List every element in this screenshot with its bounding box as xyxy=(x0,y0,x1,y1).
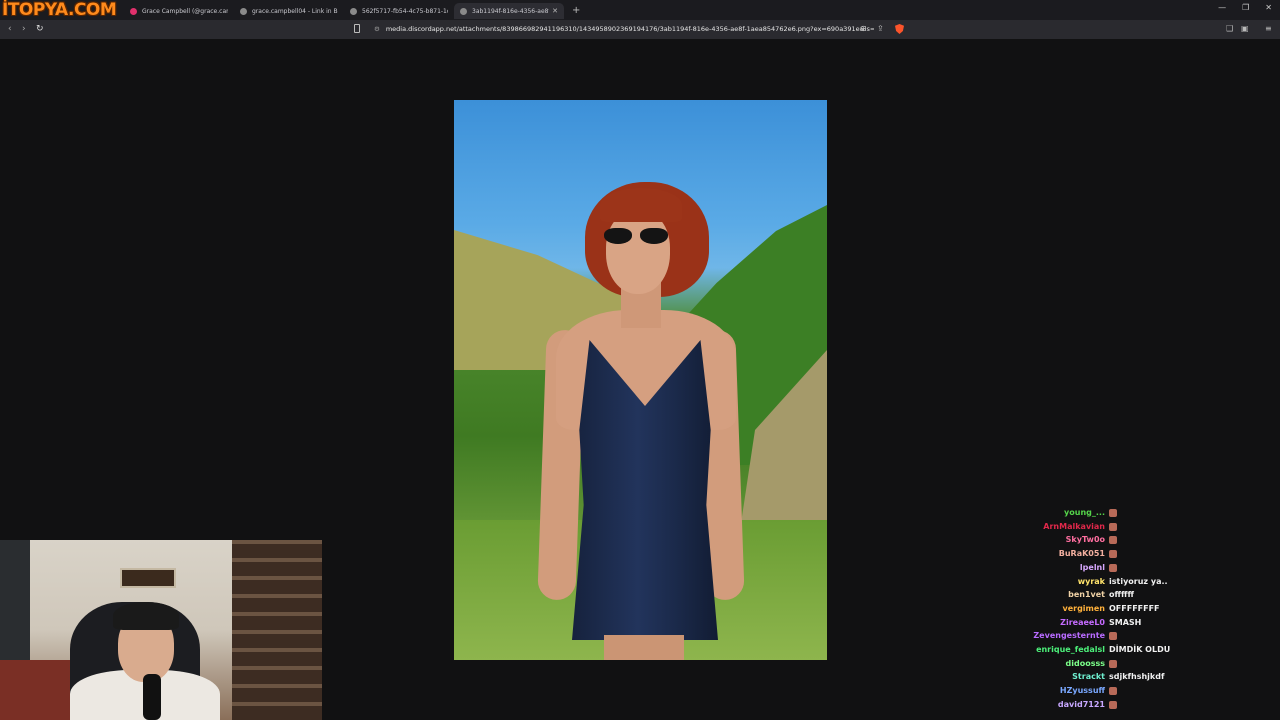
chat-message: young_... xyxy=(1000,508,1240,521)
chat-message: enrique_fedalsl DİMDİK OLDU xyxy=(1000,645,1240,658)
chat-emote-icon xyxy=(1109,536,1117,545)
chat-text: sdjkfhshjkdf xyxy=(1109,672,1165,682)
chat-username[interactable]: Zevengesternte xyxy=(1033,631,1105,640)
tab-instagram[interactable]: Grace Campbell (@grace.campbell0 xyxy=(124,3,234,19)
chat-message: HZyussuff xyxy=(1000,686,1240,699)
displayed-image[interactable] xyxy=(454,100,827,660)
chat-message: vergimen OFFFFFFFF xyxy=(1000,604,1240,617)
tab-linkinbio[interactable]: grace.campbell04 - Link in Bio & Cre xyxy=(234,3,344,19)
chat-username[interactable]: Strackt xyxy=(1072,672,1105,681)
chat-message: ArnMalkavian xyxy=(1000,522,1240,535)
chat-emote-icon xyxy=(1109,509,1117,517)
chat-username[interactable]: david7121 xyxy=(1058,700,1105,709)
chat-message: david7121 xyxy=(1000,700,1240,713)
chat-emote-icon xyxy=(1109,687,1117,696)
tab-label: 3ab1194f-816e-4356-ae8f-1aea xyxy=(472,7,549,15)
chat-message: wyrak istiyoruz ya.. xyxy=(1000,577,1240,590)
chat-emote-icon xyxy=(1109,700,1117,709)
chat-emote-icon xyxy=(1109,522,1117,531)
chat-message: Zevengesternte xyxy=(1000,631,1240,644)
share-icon[interactable]: ⇪ xyxy=(877,24,884,33)
chat-message: BuRaK051 xyxy=(1000,549,1240,562)
chat-username[interactable]: ArnMalkavian xyxy=(1043,522,1105,531)
bookmark-icon[interactable] xyxy=(354,24,360,33)
new-tab-icon[interactable]: + xyxy=(572,5,580,16)
close-tab-icon[interactable]: ✕ xyxy=(552,7,558,15)
chat-emote-icon xyxy=(1109,632,1117,641)
extensions-icon[interactable]: ❑ xyxy=(1226,24,1233,33)
window-controls: — ❐ ✕ xyxy=(1218,3,1272,12)
tab-bar: İTOPYA.COM Grace Campbell (@grace.campbe… xyxy=(0,0,1280,20)
chat-username[interactable]: didoosss xyxy=(1066,659,1105,668)
globe-icon xyxy=(350,7,357,15)
reload-icon[interactable]: ↻ xyxy=(36,24,44,34)
tab-label: 562f5717-fb54-4c75-b871-1d4649.. xyxy=(362,7,448,15)
tab-image-active[interactable]: 3ab1194f-816e-4356-ae8f-1aea ✕ xyxy=(454,3,564,19)
menu-icon[interactable]: ≡ xyxy=(1265,24,1272,33)
webcam-overlay xyxy=(0,540,322,720)
chat-text: offffff xyxy=(1109,590,1134,600)
chat-message: lpelnl xyxy=(1000,563,1240,576)
tab-image-1[interactable]: 562f5717-fb54-4c75-b871-1d4649.. xyxy=(344,3,454,19)
chat-message: Strackt sdjkfhshjkdf xyxy=(1000,672,1240,685)
chat-text: OFFFFFFFF xyxy=(1109,603,1160,613)
chat-message: ZireaeeL0 SMASH xyxy=(1000,618,1240,631)
url-text: media.discordapp.net/attachments/8398669… xyxy=(385,25,874,33)
minimize-icon[interactable]: — xyxy=(1218,3,1226,12)
chat-message: ben1vet offffff xyxy=(1000,590,1240,603)
chat-username[interactable]: wyrak xyxy=(1078,577,1105,586)
watermark-logo: İTOPYA.COM xyxy=(0,0,124,20)
chat-username[interactable]: lpelnl xyxy=(1080,563,1105,572)
globe-icon xyxy=(460,7,467,15)
chat-username[interactable]: ben1vet xyxy=(1068,590,1105,599)
back-icon[interactable]: ‹ xyxy=(8,24,12,34)
chat-message: SkyTw0o xyxy=(1000,535,1240,548)
chat-username[interactable]: SkyTw0o xyxy=(1066,535,1105,544)
brave-shields-icon[interactable] xyxy=(895,24,904,34)
zoom-icon[interactable]: ⊕ xyxy=(860,24,867,33)
chat-username[interactable]: young_... xyxy=(1064,508,1105,517)
watermark-text: İTOPYA.COM xyxy=(2,0,117,20)
chat-username[interactable]: HZyussuff xyxy=(1060,686,1105,695)
instagram-icon xyxy=(130,7,137,15)
tab-label: grace.campbell04 - Link in Bio & Cre xyxy=(252,7,338,15)
globe-icon xyxy=(240,7,247,15)
chat-text: SMASH xyxy=(1109,617,1142,627)
address-bar-row: ‹ › ↻ ⚙ media.discordapp.net/attachments/… xyxy=(0,20,1280,39)
chat-username[interactable]: BuRaK051 xyxy=(1059,549,1105,558)
chat-message: didoosss xyxy=(1000,659,1240,672)
chat-text: DİMDİK OLDU xyxy=(1109,645,1171,654)
chat-emote-icon xyxy=(1109,550,1117,559)
restore-icon[interactable]: ❐ xyxy=(1242,3,1249,12)
site-info-icon[interactable]: ⚙ xyxy=(374,25,380,33)
url-field[interactable]: ⚙ media.discordapp.net/attachments/839866… xyxy=(374,23,874,36)
sidebar-icon[interactable]: ▣ xyxy=(1241,24,1249,33)
chat-text: istiyoruz ya.. xyxy=(1109,576,1168,586)
chat-username[interactable]: enrique_fedalsl xyxy=(1036,645,1105,654)
tab-label: Grace Campbell (@grace.campbell0 xyxy=(142,7,228,15)
close-window-icon[interactable]: ✕ xyxy=(1265,3,1272,12)
chat-username[interactable]: vergimen xyxy=(1062,604,1105,613)
chat-emote-icon xyxy=(1109,563,1117,572)
chat-emote-icon xyxy=(1109,659,1117,668)
chat-overlay: young_... ArnMalkavian SkyTw0o BuRaK051 lpel… xyxy=(1000,508,1240,714)
forward-icon[interactable]: › xyxy=(22,24,26,34)
chat-username[interactable]: ZireaeeL0 xyxy=(1060,618,1105,627)
